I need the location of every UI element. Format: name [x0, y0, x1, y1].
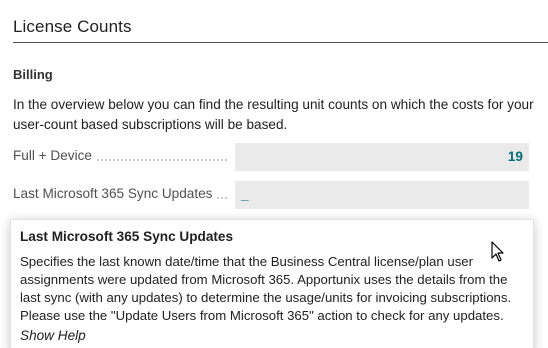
last-sync-value-box[interactable]: _	[235, 181, 529, 209]
full-device-count[interactable]: 19	[508, 149, 523, 164]
license-counts-page: License Counts Billing In the overview b…	[0, 0, 548, 348]
field-label-last-sync-updates[interactable]: Last Microsoft 365 Sync Updates	[13, 186, 217, 201]
field-last-sync-updates: Last Microsoft 365 Sync Updates _	[13, 181, 529, 209]
billing-group-title[interactable]: Billing	[13, 67, 53, 82]
field-label-full-device[interactable]: Full + Device	[13, 148, 96, 163]
tooltip-body: Specifies the last known date/time that …	[20, 254, 512, 323]
show-help-link[interactable]: Show Help	[20, 328, 86, 343]
last-sync-value[interactable]: _	[241, 187, 249, 202]
billing-description: In the overview below you can find the r…	[13, 97, 534, 132]
section-title[interactable]: License Counts	[13, 17, 132, 37]
full-device-value-box[interactable]: 19	[235, 143, 529, 171]
section-divider	[13, 42, 548, 43]
tooltip-title: Last Microsoft 365 Sync Updates	[20, 229, 234, 244]
field-full-device: Full + Device 19	[13, 143, 529, 171]
mouse-pointer-icon	[491, 241, 504, 262]
field-tooltip: Last Microsoft 365 Sync Updates Specifie…	[10, 219, 534, 348]
